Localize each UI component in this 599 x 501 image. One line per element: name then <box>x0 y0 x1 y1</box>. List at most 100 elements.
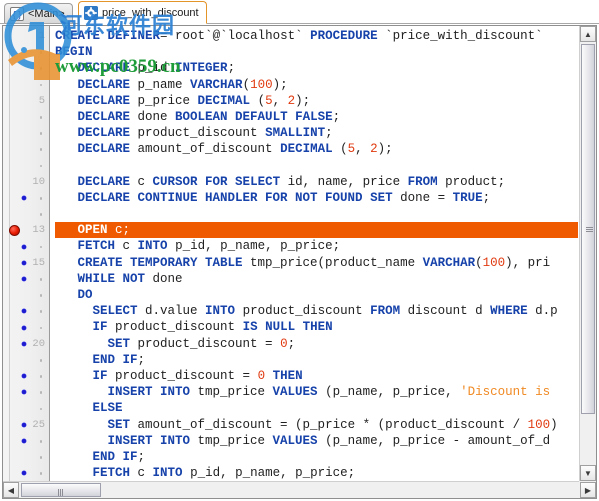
code-line[interactable]: INSERT INTO tmp_price VALUES (p_name, p_… <box>55 384 578 400</box>
gutter-row[interactable]: 20 <box>3 336 50 352</box>
code-line[interactable]: DECLARE p_name VARCHAR(100); <box>55 77 578 93</box>
code-line[interactable]: OPEN c; <box>55 222 578 239</box>
code-token: CURSOR FOR SELECT <box>152 174 281 189</box>
code-line[interactable]: BEGIN <box>55 44 578 60</box>
scroll-right-button[interactable]: ▶ <box>580 482 596 498</box>
code-line[interactable]: FETCH c INTO p_id, p_name, p_price; <box>55 465 578 481</box>
gutter-row[interactable]: 10 <box>3 174 50 190</box>
code-token: INTO <box>205 304 236 319</box>
code-token: product_discount = <box>107 368 258 383</box>
gutter-row[interactable] <box>3 125 50 141</box>
gutter-row[interactable] <box>3 77 50 93</box>
gutter-row[interactable] <box>3 401 50 417</box>
gutter-row[interactable] <box>3 320 50 336</box>
gutter-row[interactable] <box>3 206 50 222</box>
gutter-row[interactable] <box>3 465 50 481</box>
executable-line-marker-icon[interactable] <box>22 196 26 200</box>
executable-line-marker-icon[interactable] <box>22 325 26 330</box>
code-token: ; <box>287 336 296 351</box>
code-token: ( <box>242 77 251 92</box>
gutter-row[interactable] <box>3 449 50 465</box>
code-token: IS NULL THEN <box>242 320 333 335</box>
code-token: c <box>115 239 138 254</box>
gutter-row[interactable] <box>3 141 50 157</box>
executable-line-marker-icon[interactable] <box>22 309 26 314</box>
gutter-row[interactable] <box>3 109 50 125</box>
gutter-row[interactable]: 25 <box>3 417 50 433</box>
code-line[interactable]: DECLARE CONTINUE HANDLER FOR NOT FOUND S… <box>55 190 578 206</box>
executable-line-marker-icon[interactable] <box>22 244 26 249</box>
code-line[interactable]: DECLARE p_id INTEGER; <box>55 60 578 76</box>
code-line[interactable]: END IF; <box>55 352 578 368</box>
gutter-row[interactable] <box>3 384 50 400</box>
executable-line-marker-icon[interactable] <box>22 374 26 379</box>
executable-line-marker-icon[interactable] <box>22 260 26 265</box>
code-line[interactable] <box>55 206 578 222</box>
executable-line-marker-icon[interactable] <box>22 439 26 443</box>
gutter-row[interactable] <box>3 60 50 76</box>
code-token: ; <box>332 109 341 124</box>
executable-line-marker-icon[interactable] <box>22 471 26 476</box>
code-token: INTEGER <box>175 61 228 76</box>
gutter-row[interactable]: 13 <box>3 222 50 238</box>
gutter-row[interactable] <box>3 287 50 303</box>
horizontal-scrollbar[interactable]: ◀ <box>3 481 579 498</box>
gutter-row[interactable] <box>3 239 50 255</box>
code-line[interactable]: WHILE NOT done <box>55 271 578 287</box>
line-number: 20 <box>32 337 45 350</box>
code-token: product_discount <box>235 304 371 319</box>
gutter-row[interactable] <box>3 303 50 319</box>
horizontal-scroll-thumb[interactable] <box>21 483 101 497</box>
executable-line-marker-icon[interactable] <box>22 277 26 281</box>
gutter-row[interactable] <box>3 271 50 287</box>
code-line[interactable]: DECLARE p_price DECIMAL (5, 2); <box>55 93 578 109</box>
code-view[interactable]: CREATE DEFINER=`root`@`localhost` PROCED… <box>51 26 578 481</box>
code-line[interactable]: ELSE <box>55 400 578 416</box>
executable-line-marker-icon[interactable] <box>22 390 26 395</box>
gutter-row[interactable] <box>3 368 50 384</box>
code-line[interactable]: DECLARE c CURSOR FOR SELECT id, name, pr… <box>55 174 578 190</box>
code-line[interactable]: FETCH c INTO p_id, p_name, p_price; <box>55 238 578 254</box>
gutter-row[interactable]: 5 <box>3 93 50 109</box>
code-line[interactable]: DECLARE amount_of_discount DECIMAL (5, 2… <box>55 141 578 157</box>
code-line[interactable]: INSERT INTO tmp_price VALUES (p_name, p_… <box>55 433 578 449</box>
scroll-up-button[interactable]: ▲ <box>580 26 596 42</box>
gutter-row[interactable]: 1 <box>3 28 50 44</box>
code-line[interactable]: SET product_discount = 0; <box>55 336 578 352</box>
vertical-scroll-thumb[interactable] <box>581 44 595 414</box>
code-token: DECIMAL <box>280 142 333 157</box>
tab-main[interactable]: {} <Main> <box>4 3 73 23</box>
code-line[interactable]: SELECT d.value INTO product_discount FRO… <box>55 303 578 319</box>
code-line[interactable]: IF product_discount = 0 THEN <box>55 368 578 384</box>
executable-line-marker-icon[interactable] <box>22 422 26 427</box>
editor-gutter[interactable]: 1 5 10 13 15 20 25 <box>3 26 50 498</box>
tab-price-with-discount[interactable]: price_with_discount <box>78 1 207 24</box>
code-line[interactable]: SET amount_of_discount = (p_price * (pro… <box>55 417 578 433</box>
gutter-row[interactable] <box>3 44 50 60</box>
breakpoint-icon[interactable] <box>9 224 20 236</box>
code-line[interactable] <box>55 158 578 174</box>
code-line[interactable]: IF product_discount IS NULL THEN <box>55 319 578 335</box>
code-token: 100 <box>482 255 506 270</box>
vertical-scrollbar[interactable]: ▲ ▼ <box>579 26 596 481</box>
scroll-left-button[interactable]: ◀ <box>3 482 19 498</box>
gutter-row[interactable] <box>3 352 50 368</box>
executable-line-marker-icon[interactable] <box>22 341 26 346</box>
gutter-row[interactable] <box>3 433 50 449</box>
code-token: discount d <box>400 304 491 319</box>
gutter-row[interactable] <box>3 158 50 174</box>
gutter-row[interactable]: 15 <box>3 255 50 271</box>
code-line[interactable]: CREATE TEMPORARY TABLE tmp_price(product… <box>55 255 578 271</box>
code-line[interactable]: CREATE DEFINER=`root`@`localhost` PROCED… <box>55 28 578 44</box>
code-line[interactable]: DO <box>55 287 578 303</box>
scroll-down-button[interactable]: ▼ <box>580 465 596 481</box>
code-line[interactable]: DECLARE done BOOLEAN DEFAULT FALSE; <box>55 109 578 125</box>
code-line[interactable]: DECLARE product_discount SMALLINT; <box>55 125 578 141</box>
gutter-row[interactable] <box>3 190 50 206</box>
code-line[interactable]: END IF; <box>55 449 578 465</box>
